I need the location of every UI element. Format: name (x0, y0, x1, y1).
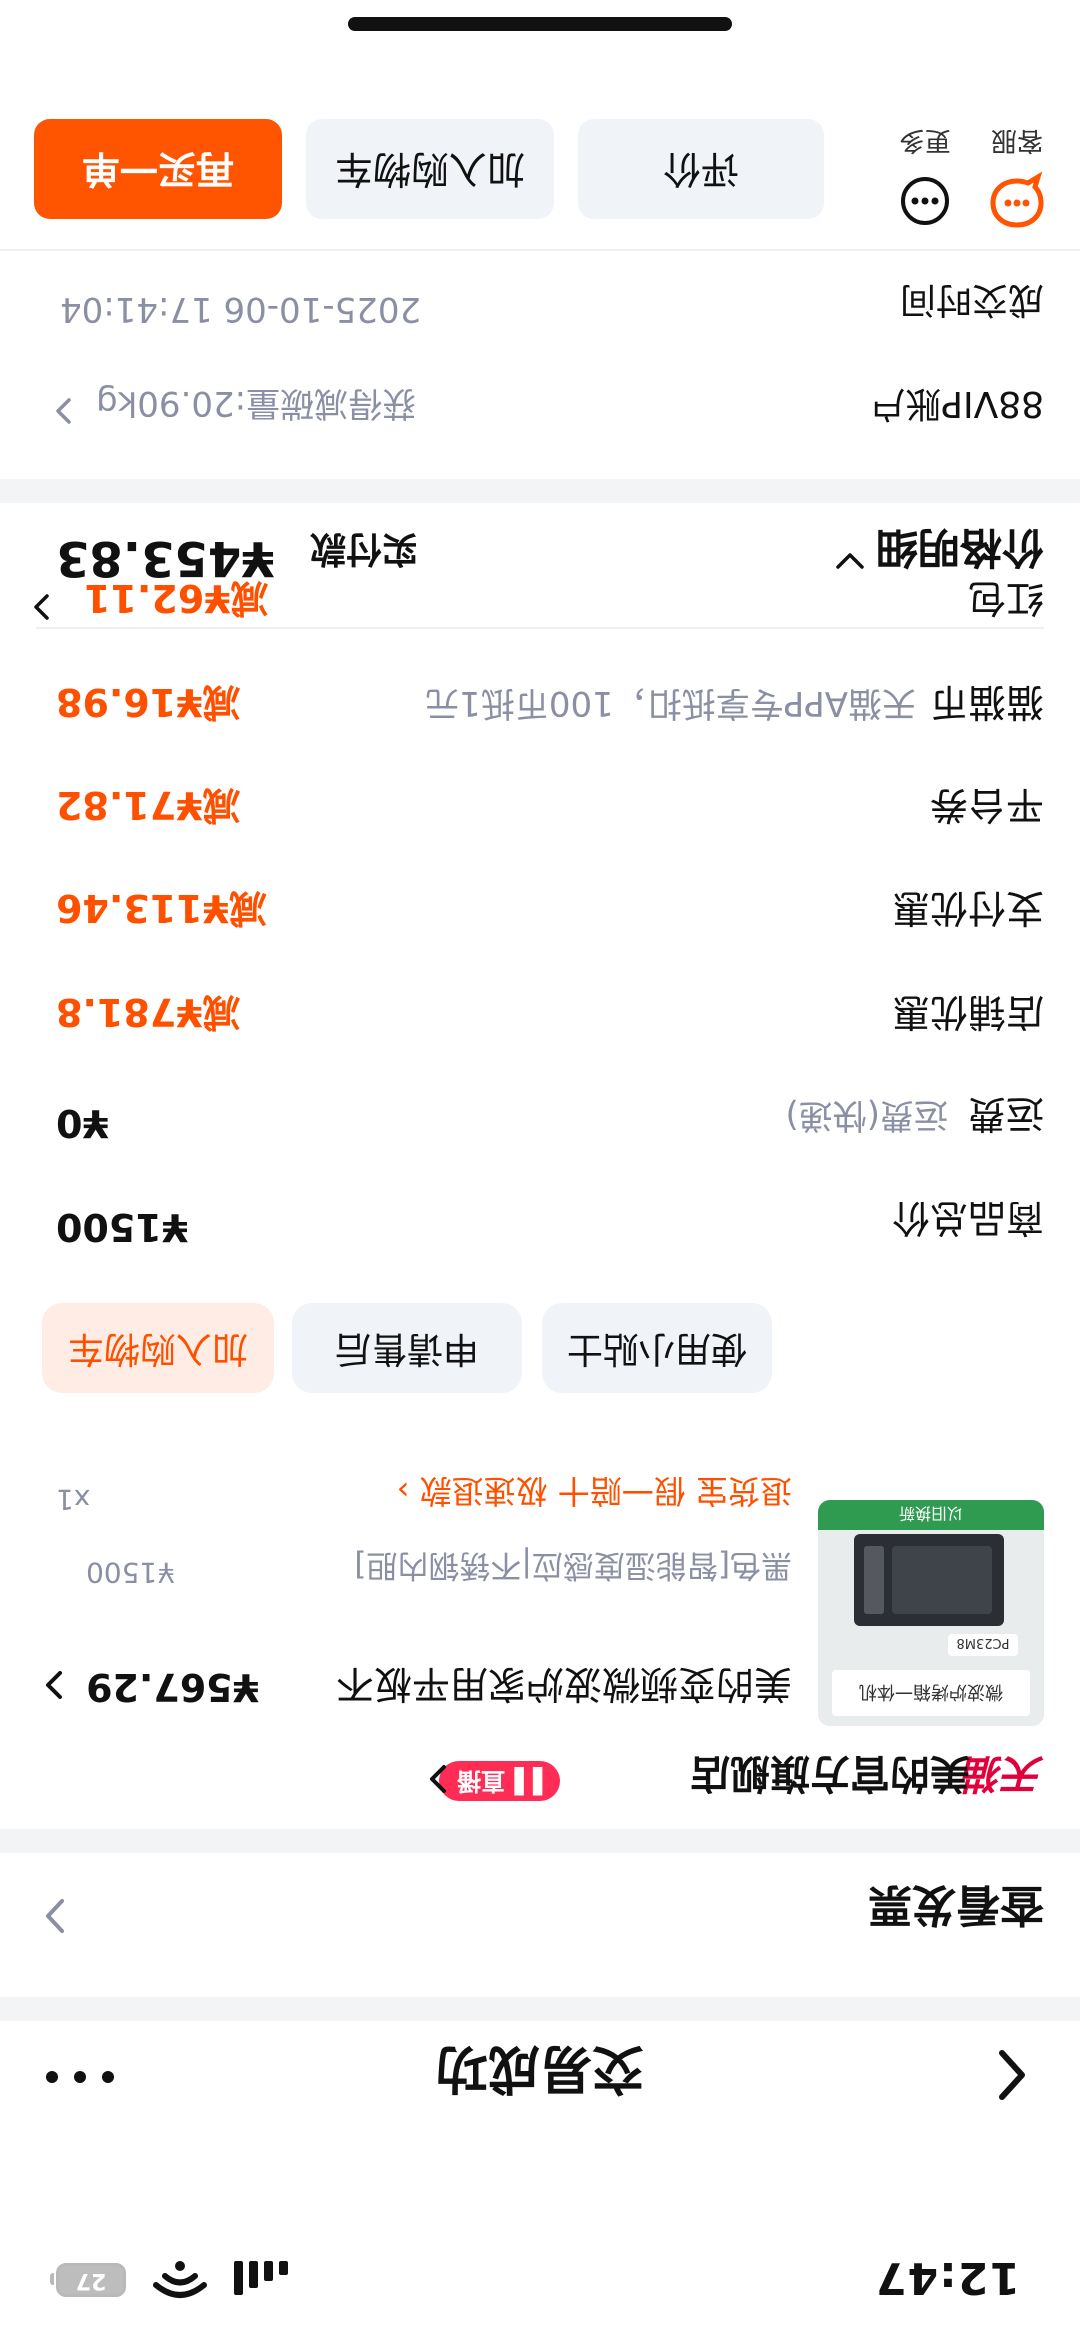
chevron-down-icon[interactable] (832, 541, 868, 581)
shop-discount-label: 店铺优惠 (891, 990, 1044, 1034)
signal-icon (232, 2261, 288, 2297)
shipping-value: ¥0 (56, 1101, 109, 1145)
original-price: ¥1500 (86, 1556, 176, 1589)
add-to-cart-button[interactable]: 加入购物车 (42, 1303, 274, 1393)
screen: 12:47 27 交易成功 查看发票 天猫 美的官方旗舰店 ▌▌直播 微波炉烤箱… (0, 0, 1080, 2341)
chat-bubble-icon (990, 171, 1044, 228)
platform-coupon-value: 减¥71.82 (56, 783, 241, 827)
shipping-label: 运费 (967, 1092, 1044, 1136)
live-badge[interactable]: ▌▌直播 (439, 1761, 560, 1801)
section-gap (0, 479, 1080, 503)
chevron-right-icon[interactable] (30, 589, 52, 625)
deal-time-label: 成交时间 (899, 279, 1044, 320)
account-value[interactable]: 获得减碳量:20.90kg (96, 382, 416, 431)
chevron-right-icon[interactable] (424, 1759, 450, 1799)
shipping-sub: 运费(快递) (785, 1095, 948, 1135)
add-to-cart-bottom-button[interactable]: 加入购物车 (306, 119, 554, 219)
product-price: ¥567.29 (86, 1665, 260, 1709)
price-detail-title[interactable]: 价格明细 (876, 520, 1044, 581)
shop-discount-value: 减¥781.8 (56, 990, 241, 1034)
product-title[interactable]: 美的变频微波炉家用平板不 (312, 1659, 792, 1709)
product-spec: 黑色[智能湿度感应|不锈钢内胆] (354, 1547, 792, 1583)
battery-level: 27 (75, 2268, 107, 2293)
page-title: 交易成功 (436, 2038, 645, 2098)
chevron-right-icon[interactable] (40, 1891, 70, 1941)
goods-total-value: ¥1500 (56, 1205, 189, 1249)
deal-time-value: 2025-10-06 17:41:04 (60, 289, 422, 329)
quantity: x1 (56, 1483, 91, 1516)
pay-discount-label: 支付优惠 (891, 886, 1044, 930)
customer-service-label: 客服 (991, 125, 1044, 155)
buy-again-button[interactable]: 再买一单 (34, 119, 282, 219)
service-tags-text: 退货宝 假一赔十 极速退款 (419, 1472, 792, 1510)
tmall-coin-label: 猫猫币 (929, 680, 1044, 724)
divider (36, 627, 1044, 629)
image-model: PC23M8 (957, 1635, 1010, 1650)
view-invoice-label[interactable]: 查看发票 (868, 1877, 1044, 1941)
image-headline: 微波炉烤箱一体机 (859, 1681, 1003, 1702)
review-button[interactable]: 评价 (578, 119, 824, 219)
tmall-coin-sub: 天猫APP专享抵扣，100币抵1元 (425, 683, 916, 723)
tmall-coin-value: 减¥16.98 (56, 680, 241, 724)
service-tags[interactable]: 退货宝 假一赔十 极速退款 › (397, 1470, 792, 1516)
live-badge-label: 直播 (457, 1767, 506, 1795)
more-label: 更多 (899, 125, 952, 155)
section-gap (0, 1829, 1080, 1853)
goods-total-label: 商品总价 (891, 1196, 1044, 1240)
paid-label: 实付款 (310, 528, 419, 569)
after-sales-button[interactable]: 申请售后 (292, 1303, 522, 1393)
image-promo: 以旧换新 (899, 1504, 963, 1523)
shop-name[interactable]: 美的官方旗舰店 (690, 1748, 970, 1806)
tmall-logo: 天猫 (964, 1750, 1044, 1796)
paid-value: ¥453.83 (56, 530, 275, 586)
customer-service-button[interactable]: 客服 (972, 124, 1062, 231)
tips-button[interactable]: 使用小贴士 (542, 1303, 772, 1393)
bottom-bar-divider (0, 249, 1080, 251)
wifi-icon (153, 2261, 207, 2298)
account-label: 88VIP账户 (869, 383, 1044, 424)
chevron-right-icon[interactable] (52, 393, 74, 429)
product-image[interactable]: 微波炉烤箱一体机 PC23M8 以旧换新 (818, 1500, 1044, 1726)
more-options-icon[interactable] (40, 2053, 120, 2103)
more-circle-icon (901, 177, 949, 225)
chevron-right-icon[interactable] (40, 1665, 66, 1705)
battery-icon: 27 (56, 2263, 126, 2297)
section-gap (0, 1997, 1080, 2021)
red-packet-label: 红包 (967, 576, 1044, 620)
platform-coupon-label: 平台券 (929, 783, 1044, 827)
more-button[interactable]: 更多 (880, 124, 970, 231)
home-indicator[interactable] (348, 17, 732, 31)
status-time: 12:47 (874, 2252, 1020, 2303)
pay-discount-value: 减¥113.46 (56, 886, 268, 930)
